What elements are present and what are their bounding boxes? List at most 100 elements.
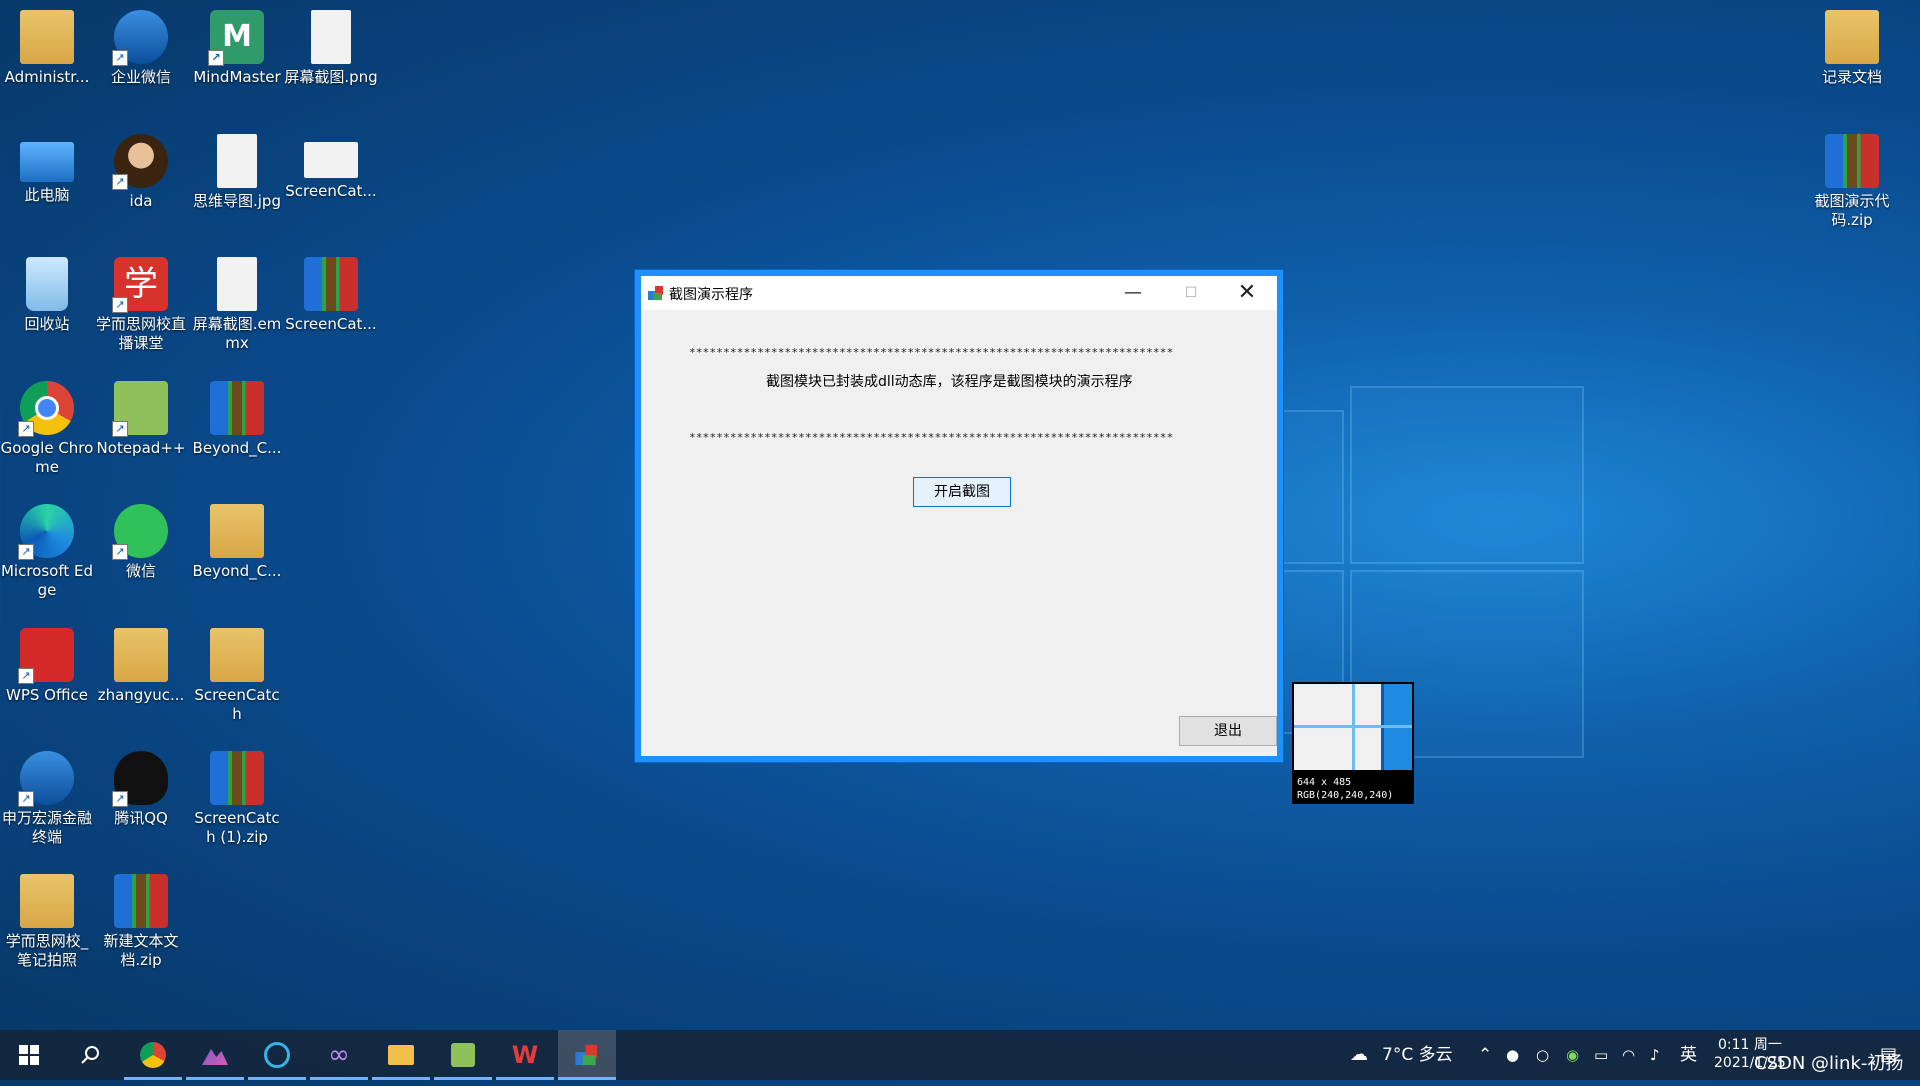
qq-tray-icon[interactable]: ● — [1506, 1030, 1519, 1080]
desktop-icon-ida[interactable]: ↗ ida — [94, 130, 188, 211]
minimize-button[interactable]: — — [1105, 276, 1161, 310]
shortcut-arrow-icon: ↗ — [112, 50, 128, 66]
maximize-button[interactable]: ☐ — [1163, 276, 1219, 310]
window-title: 截图演示程序 — [669, 287, 753, 303]
chevron-up-icon[interactable]: ⌃ — [1478, 1030, 1492, 1080]
weather-text[interactable]: 7°C 多云 — [1382, 1030, 1453, 1080]
exit-button[interactable]: 退出 — [1179, 716, 1277, 746]
desktop-icon-notepad-plus-plus[interactable]: ↗ Notepad++ — [94, 377, 188, 458]
desktop-icon-beyond-compare-folder[interactable]: Beyond_C... — [190, 500, 284, 581]
magnifier-view — [1294, 684, 1412, 770]
desktop-icon-screencat-image[interactable]: ScreenCat... — [284, 130, 378, 201]
shortcut-arrow-icon: ↗ — [112, 421, 128, 437]
desktop-icon-mindmaster[interactable]: M ↗ MindMaster — [190, 6, 284, 87]
ime-indicator[interactable]: 英 — [1680, 1030, 1697, 1080]
image-file-icon — [217, 134, 257, 188]
description-text: 截图模块已封装成dll动态库，该程序是截图模块的演示程序 — [766, 374, 1133, 390]
desktop-icon-label: ida — [129, 192, 153, 210]
shortcut-arrow-icon: ↗ — [18, 668, 34, 684]
desktop-icon-label: Notepad++ — [96, 439, 186, 457]
desktop-icon-label: 记录文档 — [1821, 68, 1882, 86]
shortcut-arrow-icon: ↗ — [18, 791, 34, 807]
desktop-icon-label: 屏幕截图.png — [284, 68, 378, 86]
desktop-icon-label: ScreenCatch — [194, 686, 280, 723]
start-screenshot-button[interactable]: 开启截图 — [913, 477, 1011, 507]
csdn-watermark: CSDN @link-初扬 — [1754, 1053, 1904, 1074]
folder-icon — [210, 628, 264, 682]
taskbar-file-explorer[interactable] — [372, 1030, 430, 1080]
taskbar-chrome[interactable] — [124, 1030, 182, 1080]
desktop-icon-google-chrome[interactable]: ↗ Google Chrome — [0, 377, 94, 477]
taskbar-search-app[interactable] — [248, 1030, 306, 1080]
desktop-icon-wechat[interactable]: ↗ 微信 — [94, 500, 188, 581]
desktop-icon-wecom[interactable]: ↗ 企业微信 — [94, 6, 188, 87]
desktop-icon-microsoft-edge[interactable]: ↗ Microsoft Edge — [0, 500, 94, 600]
stars-divider-bottom: ****************************************… — [689, 431, 1174, 444]
title-bar[interactable]: 截图演示程序 — ☐ ✕ — [641, 276, 1277, 310]
chrome-icon: ↗ — [18, 381, 74, 437]
desktop-icon-this-pc[interactable]: 此电脑 — [0, 130, 94, 205]
desktop-icon-beyond-compare-zip[interactable]: Beyond_C... — [190, 377, 284, 458]
app-icon — [648, 286, 663, 300]
desktop-icon-finance-terminal[interactable]: ↗ 申万宏源金融终端 — [0, 747, 94, 847]
desktop-icon-label: 此电脑 — [24, 186, 70, 204]
recycle-bin-icon — [26, 257, 68, 311]
desktop-icon-recycle-bin[interactable]: 回收站 — [0, 253, 94, 334]
desktop-icon-xueersi-notes[interactable]: 学而思网校_笔记拍照 — [0, 870, 94, 970]
folder-icon — [210, 504, 264, 558]
desktop-icon-label: 思维导图.jpg — [193, 192, 281, 210]
desktop-icon-label: 学而思网校直播课堂 — [95, 315, 186, 352]
start-button[interactable] — [0, 1030, 58, 1080]
desktop-icon-mindmap-jpg[interactable]: 思维导图.jpg — [190, 130, 284, 211]
search-button[interactable] — [62, 1030, 120, 1080]
zip-icon — [1825, 134, 1879, 188]
desktop-icon-label: 回收站 — [24, 315, 70, 333]
battery-icon[interactable]: ▭ — [1594, 1030, 1608, 1080]
zip-icon — [304, 257, 358, 311]
windows-start-icon — [19, 1045, 39, 1065]
desktop-icon-label: 新建文本文档.zip — [103, 932, 179, 969]
desktop-icon-label: Google Chrome — [0, 439, 94, 476]
desktop-icon-wps-office[interactable]: ↗ WPS Office — [0, 624, 94, 705]
taskbar-notepad[interactable] — [434, 1030, 492, 1080]
taskbar-screenshot-demo[interactable] — [558, 1030, 616, 1080]
security-tray-icon[interactable]: ◉ — [1566, 1030, 1579, 1080]
user-folder-icon — [20, 10, 74, 64]
weather-icon: ☁ — [1350, 1044, 1368, 1065]
desktop-icon-screencatch-folder[interactable]: ScreenCatch — [190, 624, 284, 724]
volume-icon[interactable]: ♪ — [1650, 1030, 1660, 1080]
taskbar-photos[interactable] — [186, 1030, 244, 1080]
desktop-icon-screenshot-emmx[interactable]: 屏幕截图.emmx — [190, 253, 284, 353]
magnifier-info: 644 x 485 RGB(240,240,240) — [1297, 776, 1393, 802]
zip-icon — [114, 874, 168, 928]
search-icon — [81, 1046, 99, 1064]
screenshot-demo-dialog: 截图演示程序 — ☐ ✕ ***************************… — [635, 270, 1283, 762]
folder-icon — [1825, 10, 1879, 64]
shortcut-arrow-icon: ↗ — [112, 297, 128, 313]
desktop-icon-xueersi[interactable]: 学 ↗ 学而思网校直播课堂 — [94, 253, 188, 353]
wecom-icon: ↗ — [112, 10, 168, 66]
wechat-icon: ↗ — [112, 504, 168, 560]
desktop-icon-label: 企业微信 — [110, 68, 171, 86]
desktop-icon-record-docs[interactable]: 记录文档 — [1805, 6, 1899, 87]
desktop-icon-screencat-zip[interactable]: ScreenCat... — [284, 253, 378, 334]
taskbar-wps[interactable]: W — [496, 1030, 554, 1080]
shortcut-arrow-icon: ↗ — [112, 544, 128, 560]
wifi-icon[interactable]: ◠ — [1622, 1030, 1635, 1080]
desktop-icon-zhangyuc[interactable]: zhangyuc... — [94, 624, 188, 705]
close-button[interactable]: ✕ — [1219, 276, 1275, 310]
desktop-icon-label: 申万宏源金融终端 — [1, 809, 92, 846]
desktop-icon-new-text-zip[interactable]: 新建文本文档.zip — [94, 870, 188, 970]
wps-icon: W — [511, 1041, 539, 1069]
desktop-icon-demo-code-zip[interactable]: 截图演示代码.zip — [1805, 130, 1899, 230]
taskbar-visual-studio[interactable]: ∞ — [310, 1030, 368, 1080]
desktop-icon-screenshot-png[interactable]: 屏幕截图.png — [284, 6, 378, 87]
desktop-icon-administrator[interactable]: Administr... — [0, 6, 94, 87]
desktop-icon-label: Administr... — [4, 68, 90, 86]
pixel-rgb-text: RGB(240,240,240) — [1297, 790, 1394, 801]
shortcut-arrow-icon: ↗ — [18, 421, 34, 437]
desktop-icon-tencent-qq[interactable]: ↗ 腾讯QQ — [94, 747, 188, 828]
wechat-tray-icon[interactable]: ○ — [1536, 1030, 1549, 1080]
desktop-icon-screencatch-zip[interactable]: ScreenCatch (1).zip — [190, 747, 284, 847]
shortcut-arrow-icon: ↗ — [18, 544, 34, 560]
